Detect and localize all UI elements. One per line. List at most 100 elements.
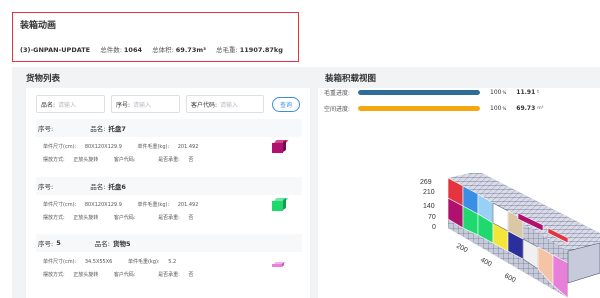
customer-code-label: 客户代码: xyxy=(113,157,136,163)
stackable-value: 否 xyxy=(188,272,194,278)
stackable-label: 是否承重: xyxy=(158,215,180,221)
goods-card-row-1: 单件尺寸(cm): 34.5X55X6 单件毛重(kg): 5.2 xyxy=(43,258,190,265)
serial-value: 5 xyxy=(56,239,61,247)
search-button[interactable]: 查询 xyxy=(272,96,300,112)
name-label: 品名: xyxy=(94,240,110,248)
total-volume-value: 69.73m³ xyxy=(175,46,206,54)
axis-tick-label: 210 xyxy=(423,189,435,196)
unit-size-value: 80X120X129.9 xyxy=(84,202,122,208)
name-label: 品名: xyxy=(90,183,106,191)
unit-weight-value: 5.2 xyxy=(168,259,177,265)
percent-unit: % xyxy=(502,105,507,111)
goods-card-row-2: 摆放方式: 正放头旋转 客户代码: 是否承重: 否 xyxy=(43,156,207,163)
unit-size-value: 34.5X55X6 xyxy=(84,259,113,265)
stackable-label: 是否承重: xyxy=(158,157,180,163)
total-weight-value: 11907.87kg xyxy=(239,46,283,54)
axis-tick-label: 200 xyxy=(455,243,469,255)
axis-tick-label: 0 xyxy=(432,224,436,231)
unit-weight-value: 201.492 xyxy=(177,144,199,150)
animation-stats: (3)-GNPAN-UPDATE 总件数: 1064 总体积: 69.73m³ 总毛… xyxy=(20,44,283,54)
goods-card-row-2: 摆放方式: 正放头旋转 客户代码: 是否承重: 否 xyxy=(43,214,207,221)
volume-progress-label: 空间进度: xyxy=(324,105,351,113)
axis-tick-label: 600 xyxy=(503,273,517,285)
weight-progress-unit: t xyxy=(537,89,540,95)
goods-card[interactable]: 序号: 品名: 托盘6 单件尺寸(cm): 80X120X129.9 单件毛重(… xyxy=(36,177,302,235)
cargo-color-cube-icon xyxy=(272,262,286,267)
loading-view-panel: 毛重进度: 100% 11.91 t 空间进度: 100% 69.73 m³ 2… xyxy=(318,88,600,298)
name-value: 托盘6 xyxy=(108,183,126,191)
stackable-value: 否 xyxy=(188,215,194,221)
search-bar: 品名: 请输入 序号: 请输入 客户代码: 请输入 查询 xyxy=(36,95,300,113)
unit-size-label: 单件尺寸(cm): xyxy=(43,202,77,208)
goods-card-row-1: 单件尺寸(cm): 80X120X129.9 单件毛重(kg): 201.492 xyxy=(43,201,212,208)
goods-list-panel: 品名: 请输入 序号: 请输入 客户代码: 请输入 查询 序号: 品名: 托盘7… xyxy=(26,88,310,298)
goods-list-title: 货物列表 xyxy=(26,74,61,84)
weight-progress-label: 毛重进度: xyxy=(324,89,351,97)
placement-value: 正放头旋转 xyxy=(73,272,99,278)
placement-label: 摆放方式: xyxy=(43,272,65,278)
customer-code-search-input[interactable]: 请输入 xyxy=(220,100,238,109)
weight-progress-percent: 100 xyxy=(490,88,502,96)
unit-weight-value: 201.492 xyxy=(177,202,199,208)
unit-size-label: 单件尺寸(cm): xyxy=(43,144,77,150)
serial-label: 序号: xyxy=(38,240,54,248)
name-value: 货物5 xyxy=(112,240,131,248)
weight-progress-track xyxy=(358,89,480,95)
packing-animation-panel: 装箱动画 (3)-GNPAN-UPDATE 总件数: 1064 总体积: 69.73… xyxy=(12,12,299,62)
axis-tick-label: 269 xyxy=(420,179,432,186)
loading-view-title: 装箱积载视图 xyxy=(325,74,377,84)
serial-label: 序号: xyxy=(38,183,54,191)
cargo-color-cube-icon xyxy=(272,197,289,211)
weight-progress-amount: 11.91 xyxy=(516,88,536,96)
customer-code-label: 客户代码: xyxy=(113,215,136,221)
name-search-field[interactable]: 品名: 请输入 xyxy=(36,95,105,113)
serial-search-field[interactable]: 序号: 请输入 xyxy=(111,95,180,113)
weight-progress: 毛重进度: 100% 11.91 t xyxy=(324,88,540,97)
volume-progress-percent: 100 xyxy=(490,104,502,112)
total-pieces-label: 总件数: xyxy=(100,46,122,54)
axis-tick-label: 70 xyxy=(428,214,436,221)
unit-weight-label: 单件毛重(kg): xyxy=(137,202,170,208)
serial-label: 序号: xyxy=(38,125,54,133)
serial-search-input[interactable]: 请输入 xyxy=(133,100,151,109)
goods-card[interactable]: 序号: 品名: 托盘7 单件尺寸(cm): 80X120X129.9 单件毛重(… xyxy=(36,119,302,177)
unit-size-label: 单件尺寸(cm): xyxy=(43,259,77,265)
stackable-label: 是否承重: xyxy=(158,272,180,278)
total-volume-label: 总体积: xyxy=(152,46,174,54)
placement-label: 摆放方式: xyxy=(43,157,65,163)
unit-weight-label: 单件毛重(kg): xyxy=(127,259,160,265)
stackable-value: 否 xyxy=(188,157,194,163)
animation-title: 装箱动画 xyxy=(20,21,57,31)
total-pieces-value: 1064 xyxy=(123,46,142,54)
goods-card[interactable]: 序号: 5 品名: 货物5 单件尺寸(cm): 34.5X55X6 单件毛重(k… xyxy=(36,234,302,292)
goods-card-row-2: 摆放方式: 正放头旋转 客户代码: 是否承重: 否 xyxy=(43,271,207,278)
volume-progress: 空间进度: 100% 69.73 m³ xyxy=(324,104,544,113)
unit-size-value: 80X120X129.9 xyxy=(84,144,122,150)
customer-code-search-label: 客户代码: xyxy=(191,101,218,109)
name-search-input[interactable]: 请输入 xyxy=(58,100,76,109)
volume-progress-amount: 69.73 xyxy=(516,104,536,112)
axis-tick-label: 400 xyxy=(479,257,493,269)
customer-code-label: 客户代码: xyxy=(113,272,136,278)
weight-progress-fill xyxy=(358,89,480,95)
total-weight-label: 总毛重: xyxy=(216,46,238,54)
goods-card-header: 序号: 品名: 托盘6 xyxy=(36,177,302,195)
percent-unit: % xyxy=(502,89,507,95)
name-label: 品名: xyxy=(90,125,106,133)
goods-card-header: 序号: 5 品名: 货物5 xyxy=(36,234,302,252)
plan-name: (3)-GNPAN-UPDATE xyxy=(20,46,91,54)
container-3d-view[interactable]: 269 210 140 70 0 200 400 600 xyxy=(418,173,600,298)
placement-label: 摆放方式: xyxy=(43,215,65,221)
volume-progress-fill xyxy=(358,105,480,111)
serial-search-label: 序号: xyxy=(116,101,131,109)
goods-card-header: 序号: 品名: 托盘7 xyxy=(36,119,302,137)
unit-weight-label: 单件毛重(kg): xyxy=(137,144,170,150)
axis-tick-label: 140 xyxy=(423,203,435,210)
placement-value: 正放头旋转 xyxy=(73,215,99,221)
goods-card-row-1: 单件尺寸(cm): 80X120X129.9 单件毛重(kg): 201.492 xyxy=(43,143,212,150)
customer-code-search-field[interactable]: 客户代码: 请输入 xyxy=(186,95,264,113)
placement-value: 正放头旋转 xyxy=(73,157,99,163)
volume-progress-unit: m³ xyxy=(537,105,544,111)
volume-progress-track xyxy=(358,105,480,111)
name-value: 托盘7 xyxy=(108,125,126,133)
